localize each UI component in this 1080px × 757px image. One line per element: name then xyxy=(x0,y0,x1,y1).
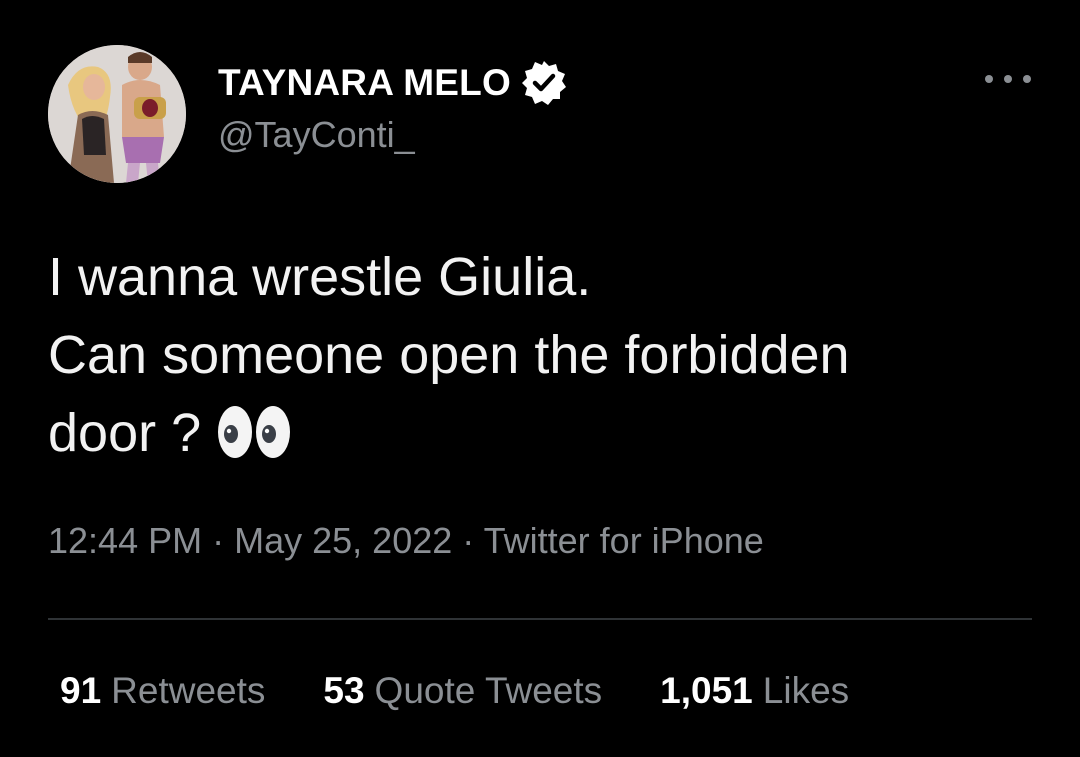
quote-tweets-count: 53 xyxy=(323,670,365,711)
avatar[interactable] xyxy=(48,45,186,183)
more-options-icon[interactable] xyxy=(985,62,1031,96)
tweet-source[interactable]: Twitter for iPhone xyxy=(484,520,764,561)
dot xyxy=(985,75,993,83)
quote-tweets-stat[interactable]: 53 Quote Tweets xyxy=(323,670,602,712)
tweet-line-last: door ? xyxy=(48,394,1048,472)
quote-tweets-label: Quote Tweets xyxy=(374,670,603,711)
tweet-time: 12:44 PM xyxy=(48,520,203,561)
tweet-text: I wanna wrestle Giulia. Can someone open… xyxy=(48,238,1048,472)
name-row: TAYNARA MELO xyxy=(218,58,569,108)
avatar-photo xyxy=(48,45,186,183)
tweet-line-text: door ? xyxy=(48,403,202,463)
display-name[interactable]: TAYNARA MELO xyxy=(218,62,511,104)
divider xyxy=(48,618,1032,620)
retweets-count: 91 xyxy=(60,670,102,711)
tweet-meta: 12:44 PM · May 25, 2022 · Twitter for iP… xyxy=(48,520,764,562)
eyes-emoji-icon xyxy=(215,402,295,462)
verified-badge-icon xyxy=(519,58,569,108)
dot xyxy=(1023,75,1031,83)
likes-count: 1,051 xyxy=(660,670,753,711)
tweet-stats: 91 Retweets 53 Quote Tweets 1,051 Likes xyxy=(60,670,907,712)
tweet-card: TAYNARA MELO @TayConti_ I wanna wrestle … xyxy=(0,0,1080,757)
tweet-line: Can someone open the forbidden xyxy=(48,325,850,385)
meta-separator: · xyxy=(212,520,225,561)
dot xyxy=(1004,75,1012,83)
likes-label: Likes xyxy=(762,670,850,711)
likes-stat[interactable]: 1,051 Likes xyxy=(660,670,849,712)
tweet-date[interactable]: May 25, 2022 xyxy=(234,520,452,561)
tweet-line: I wanna wrestle Giulia. xyxy=(48,247,592,307)
retweets-stat[interactable]: 91 Retweets xyxy=(60,670,265,712)
meta-separator: · xyxy=(462,520,475,561)
retweets-label: Retweets xyxy=(111,670,266,711)
user-handle[interactable]: @TayConti_ xyxy=(218,114,415,156)
